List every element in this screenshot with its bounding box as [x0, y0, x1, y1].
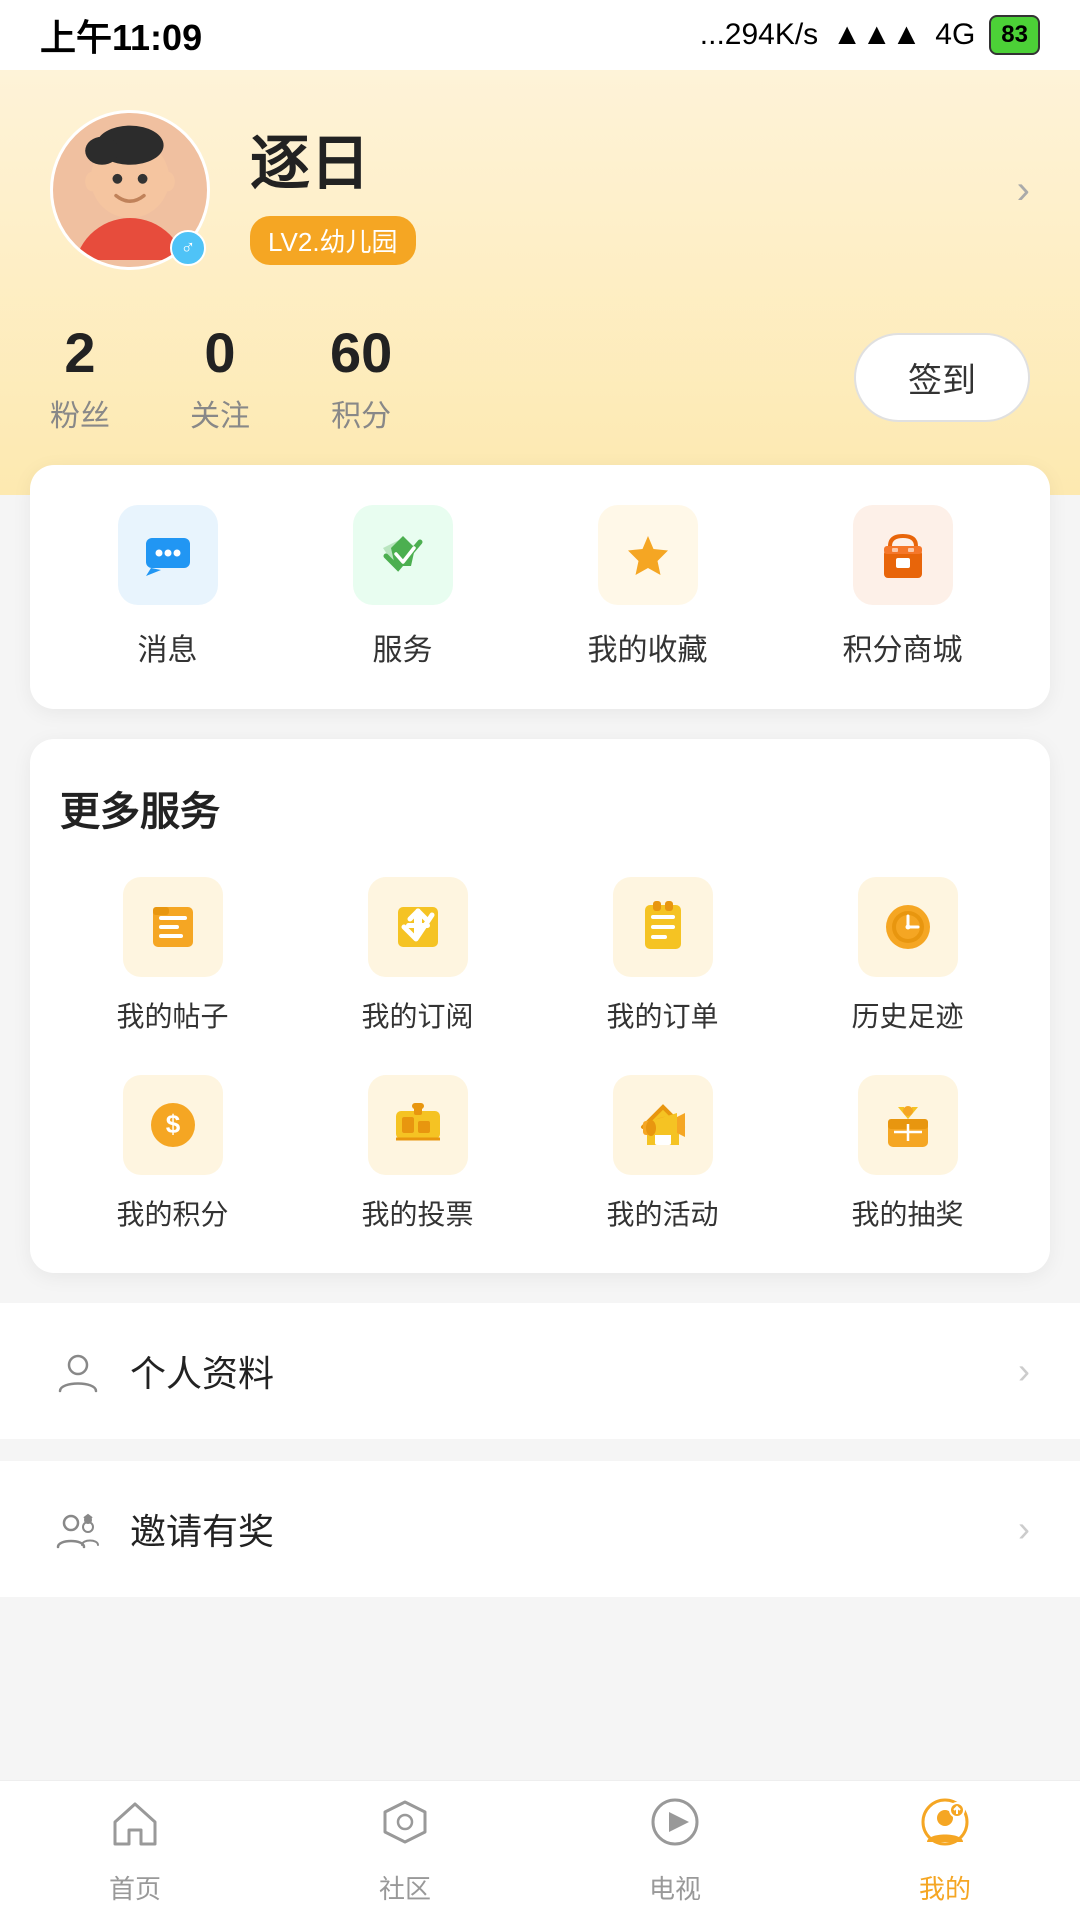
gender-badge: ♂ [170, 230, 206, 266]
nav-community-label: 社区 [379, 1869, 431, 1906]
profile-menu-arrow: › [1018, 1350, 1030, 1392]
msg-icon [118, 505, 218, 605]
mypoints-icon: $ [123, 1075, 223, 1175]
status-right: ...294K/s ▲▲▲ 4G 83 [700, 15, 1040, 55]
service-posts[interactable]: 我的帖子 [60, 877, 285, 1035]
community-icon [379, 1796, 431, 1861]
points-stat[interactable]: 60 积分 [330, 320, 392, 435]
more-services-card: 更多服务 我的帖子 [30, 739, 1050, 1273]
following-stat[interactable]: 0 关注 [190, 320, 250, 435]
menu-section: 个人资料 › [0, 1303, 1080, 1439]
nav-home[interactable]: 首页 [0, 1796, 270, 1906]
svg-text:$: $ [165, 1109, 180, 1139]
fans-stat[interactable]: 2 粉丝 [50, 320, 110, 435]
mypoints-label: 我的积分 [116, 1193, 228, 1233]
action-shop[interactable]: 积分商城 [843, 505, 963, 669]
nav-home-label: 首页 [109, 1869, 161, 1906]
history-icon [858, 877, 958, 977]
activity-icon [613, 1075, 713, 1175]
service-vote[interactable]: 我的投票 [305, 1075, 530, 1233]
profile-menu-icon [50, 1343, 106, 1399]
nav-community[interactable]: 社区 [270, 1796, 540, 1906]
services-title: 更多服务 [60, 779, 1020, 837]
fans-count: 2 [50, 320, 110, 385]
profile-arrow[interactable]: › [1017, 168, 1030, 213]
fav-label: 我的收藏 [588, 625, 708, 669]
profile-header: ♂ 逐日 LV2.幼儿园 › 2 粉丝 0 关注 60 积分 签到 [0, 70, 1080, 495]
points-label: 积分 [330, 391, 392, 435]
posts-label: 我的帖子 [116, 995, 228, 1035]
invite-menu-item[interactable]: 邀请有奖 › [0, 1461, 1080, 1597]
vote-label: 我的投票 [361, 1193, 473, 1233]
nav-mine[interactable]: 我的 [810, 1796, 1080, 1906]
service-mypoints[interactable]: $ 我的积分 [60, 1075, 285, 1233]
fav-icon [598, 505, 698, 605]
status-time: 上午11:09 [40, 9, 202, 61]
subscribe-icon [368, 877, 468, 977]
service-lottery[interactable]: 我的抽奖 [795, 1075, 1020, 1233]
tv-icon [649, 1796, 701, 1861]
orders-label: 我的订单 [606, 995, 718, 1035]
services-grid: 我的帖子 我的订阅 [60, 877, 1020, 1233]
level-badge: LV2.幼儿园 [250, 216, 416, 265]
action-msg[interactable]: 消息 [118, 505, 218, 669]
network-type: 4G [935, 18, 975, 52]
invite-menu-arrow: › [1018, 1508, 1030, 1550]
service-orders[interactable]: 我的订单 [550, 877, 775, 1035]
invite-menu-icon [50, 1501, 106, 1557]
service-icon [353, 505, 453, 605]
fans-label: 粉丝 [50, 391, 110, 435]
profile-info: 逐日 LV2.幼儿园 [250, 115, 1017, 265]
service-history[interactable]: 历史足迹 [795, 877, 1020, 1035]
quick-actions: 消息 服务 我的收藏 [50, 505, 1030, 669]
invite-menu-text: 邀请有奖 [130, 1503, 1018, 1555]
checkin-button[interactable]: 签到 [854, 333, 1030, 422]
lottery-label: 我的抽奖 [851, 1193, 963, 1233]
action-service[interactable]: 服务 [353, 505, 453, 669]
action-fav[interactable]: 我的收藏 [588, 505, 708, 669]
profile-top: ♂ 逐日 LV2.幼儿园 › [50, 110, 1030, 270]
vote-icon [368, 1075, 468, 1175]
profile-name: 逐日 [250, 115, 1017, 202]
nav-tv[interactable]: 电视 [540, 1796, 810, 1906]
service-label: 服务 [373, 625, 433, 669]
msg-label: 消息 [138, 625, 198, 669]
lottery-icon [858, 1075, 958, 1175]
following-count: 0 [190, 320, 250, 385]
quick-actions-card: 消息 服务 我的收藏 [30, 465, 1050, 709]
nav-mine-label: 我的 [919, 1869, 971, 1906]
subscribe-label: 我的订阅 [361, 995, 473, 1035]
avatar-wrap[interactable]: ♂ [50, 110, 210, 270]
signal-text: ...294K/s [700, 18, 818, 52]
home-icon [109, 1796, 161, 1861]
profile-menu-text: 个人资料 [130, 1345, 1018, 1397]
mine-icon [919, 1796, 971, 1861]
nav-tv-label: 电视 [649, 1869, 701, 1906]
service-activity[interactable]: 我的活动 [550, 1075, 775, 1233]
bottom-nav: 首页 社区 电视 [0, 1780, 1080, 1920]
profile-stats: 2 粉丝 0 关注 60 积分 签到 [50, 320, 1030, 435]
shop-label: 积分商城 [843, 625, 963, 669]
posts-icon [123, 877, 223, 977]
service-subscribe[interactable]: 我的订阅 [305, 877, 530, 1035]
points-count: 60 [330, 320, 392, 385]
activity-label: 我的活动 [606, 1193, 718, 1233]
profile-menu-item[interactable]: 个人资料 › [0, 1303, 1080, 1439]
signal-bars: ▲▲▲ [832, 18, 921, 52]
battery-icon: 83 [989, 15, 1040, 55]
orders-icon [613, 877, 713, 977]
history-label: 历史足迹 [851, 995, 963, 1035]
shop-icon [853, 505, 953, 605]
status-bar: 上午11:09 ...294K/s ▲▲▲ 4G 83 [0, 0, 1080, 70]
menu-section-2: 邀请有奖 › [0, 1461, 1080, 1597]
following-label: 关注 [190, 391, 250, 435]
